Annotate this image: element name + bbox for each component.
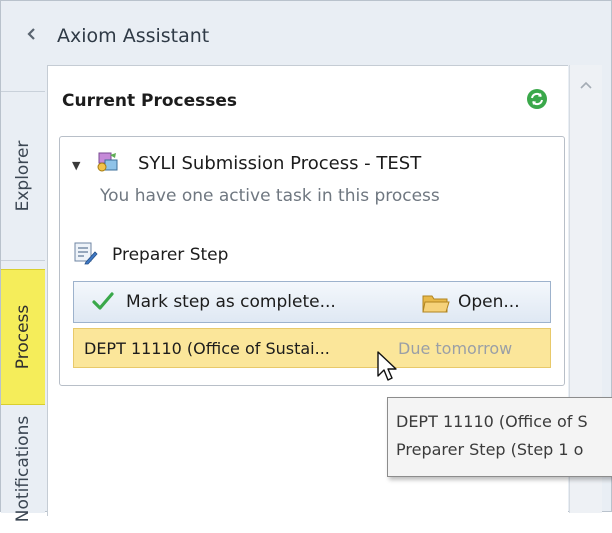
open-label: Open...	[458, 292, 520, 312]
check-icon	[92, 291, 114, 311]
task-tooltip: DEPT 11110 (Office of S Preparer Step (S…	[387, 397, 612, 477]
tab-process-label: Process	[13, 304, 33, 370]
assistant-title: Axiom Assistant	[57, 25, 210, 47]
tab-notifications[interactable]: Notifications	[1, 405, 45, 533]
assistant-header: Axiom Assistant	[1, 1, 612, 61]
tooltip-line-2: Preparer Step (Step 1 o	[396, 440, 584, 459]
step-action-bar: Mark step as complete... Open...	[73, 281, 551, 323]
vertical-tab-strip: Explorer Process Notifications	[1, 61, 45, 522]
tab-explorer[interactable]: Explorer	[1, 91, 45, 261]
chevron-left-icon[interactable]	[27, 27, 41, 43]
step-name: Preparer Step	[112, 245, 229, 265]
tab-notifications-label: Notifications	[13, 415, 33, 523]
task-row[interactable]: DEPT 11110 (Office of Sustai... Due tomo…	[73, 328, 551, 368]
tab-process[interactable]: Process	[1, 269, 45, 405]
process-icon	[96, 151, 120, 173]
form-edit-icon	[74, 241, 98, 265]
task-due-label: Due tomorrow	[398, 339, 513, 358]
scroll-up-icon[interactable]	[580, 75, 592, 89]
panel-title: Current Processes	[62, 91, 238, 111]
process-subtitle: You have one active task in this process	[100, 186, 440, 206]
assistant-window: Axiom Assistant Explorer Process Notific…	[0, 0, 612, 522]
tab-explorer-label: Explorer	[13, 140, 33, 212]
mark-complete-label: Mark step as complete...	[126, 292, 336, 312]
mouse-pointer-icon	[377, 351, 399, 385]
process-card: ▼ SYLI Submission Process - TEST You hav…	[59, 136, 565, 386]
tooltip-line-1: DEPT 11110 (Office of S	[396, 412, 588, 431]
refresh-icon[interactable]	[526, 88, 548, 110]
process-name[interactable]: SYLI Submission Process - TEST	[138, 153, 421, 174]
task-name: DEPT 11110 (Office of Sustai...	[84, 339, 330, 358]
expand-triangle-icon[interactable]: ▼	[72, 159, 80, 172]
folder-icon	[422, 292, 450, 314]
